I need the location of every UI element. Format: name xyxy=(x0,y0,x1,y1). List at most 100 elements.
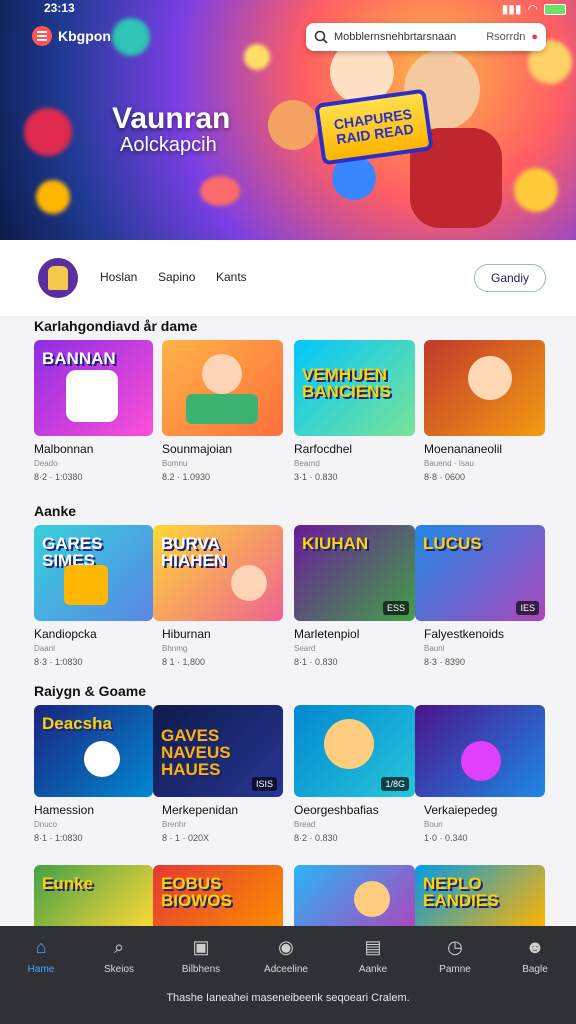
search-bar[interactable]: Mobblernsnehbrtarsnaan Rsorrdn ● xyxy=(306,23,546,51)
thumbnail-title: KIUHAN xyxy=(302,534,369,553)
game-card[interactable]: Eunke xyxy=(34,865,153,926)
game-category: Deado xyxy=(34,459,58,468)
character-art xyxy=(468,356,512,400)
status-icons: ▮▮▮ ◠ xyxy=(502,2,566,16)
nav-item-history[interactable]: ◷ Pamne xyxy=(420,936,490,976)
game-card[interactable]: LUCUS IES Falyestkenoids Bauni 8·3 · 839… xyxy=(415,525,545,667)
game-stats: 8·2 · 0.830 xyxy=(294,833,338,843)
game-category: Bauend · Isau xyxy=(424,459,474,468)
character-art xyxy=(354,881,390,917)
game-category: Seard xyxy=(294,644,316,653)
battery-icon xyxy=(544,3,566,15)
nav-item-rankings[interactable]: ▤ Aanke xyxy=(338,936,408,976)
game-name: Merkepenidan xyxy=(162,803,239,817)
monitor-icon: ▤ xyxy=(364,936,382,957)
game-card[interactable]: Sounmajoian Bomnu 8.2 · 1.0930 xyxy=(162,340,283,482)
game-category: Bomnu xyxy=(162,459,188,468)
game-name: Oeorgeshbafias xyxy=(294,803,379,817)
game-category: Bearnd xyxy=(294,459,320,468)
nav-item-library[interactable]: ▣ Bilbhens xyxy=(166,936,236,976)
game-card[interactable]: GARES SIMES Kandiopcka Daanl 8·3 · 1:083… xyxy=(34,525,153,667)
game-card[interactable]: Verkaiepedeg Boun 1·0 · 0.340 xyxy=(415,705,545,843)
thumbnail-title: BURVA HIAHEN xyxy=(161,534,227,570)
nav-label: Pamne xyxy=(439,964,471,975)
mic-icon[interactable]: ● xyxy=(531,31,538,43)
nav-item-games[interactable]: ◉ Adceeline xyxy=(251,936,321,976)
nav-item-profile[interactable]: ☻ Bagle xyxy=(500,936,570,976)
game-card[interactable]: VEMHUEN BANCIENS Rarfocdhel Bearnd 3·1 ·… xyxy=(294,340,415,482)
hero-title: Vaunran xyxy=(112,102,231,135)
nav-label: Adceeline xyxy=(264,964,308,975)
game-card[interactable]: Deacsha Hamession Dnuco 8·1 · 1:0830 xyxy=(34,705,153,843)
gamepad-icon: ◉ xyxy=(278,936,294,957)
game-name: Verkaiepedeg xyxy=(424,803,498,817)
game-card[interactable]: BANNAN Malbonnan Deado 8·2 · 1:0380 xyxy=(34,340,153,482)
app-name: Kbgpon xyxy=(58,28,111,44)
nav-label: Skeios xyxy=(103,964,134,975)
game-thumbnail: KIUHAN ESS xyxy=(294,525,415,621)
section-title: Karlahgondiavd år dame xyxy=(34,318,198,334)
game-card[interactable]: NEPLO EANDIES xyxy=(415,865,545,926)
game-category: Bauni xyxy=(424,644,445,653)
game-category: Daanl xyxy=(34,644,55,653)
hero-banner[interactable]: 23:13 ▮▮▮ ◠ Kbgpon Mobblernsnehbrtarsnaa… xyxy=(0,0,576,240)
status-bar: 23:13 ▮▮▮ ◠ xyxy=(0,0,576,16)
thumbnail-title: Eunke xyxy=(42,874,94,893)
game-badge: ISIS xyxy=(251,777,277,791)
game-name: Hiburnan xyxy=(162,627,211,641)
section-title: Aanke xyxy=(34,503,77,519)
character-art xyxy=(202,354,242,394)
game-thumbnail: Eunke xyxy=(34,865,153,926)
nav-label: Bagle xyxy=(522,964,548,975)
game-card[interactable]: Moenananeolil Bauend · Isau 8·8 · 0600 xyxy=(424,340,545,482)
game-card[interactable] xyxy=(294,865,415,926)
avatar[interactable] xyxy=(38,258,78,298)
bottom-nav: ⌂ Hame ⌕ Skeios ▣ Bilbhens ◉ Adceeline ▤… xyxy=(0,926,576,1024)
game-thumbnail xyxy=(294,865,415,926)
search-input[interactable]: Mobblernsnehbrtarsnaan xyxy=(334,31,480,43)
status-time: 23:13 xyxy=(44,1,75,15)
game-stats: 8·8 · 0600 xyxy=(424,472,466,482)
nav-item-home[interactable]: ⌂ Hame xyxy=(6,936,76,976)
game-card[interactable]: KIUHAN ESS Marletenpiol Seard 8·1 · 0.83… xyxy=(294,525,415,667)
decor-ball xyxy=(200,176,240,206)
profile-tab[interactable]: Sapino xyxy=(158,270,195,284)
decor-ball xyxy=(36,180,70,214)
character-art xyxy=(324,719,374,769)
thumbnail-title: VEMHUEN BANCIENS xyxy=(302,365,391,401)
game-category: Dnuco xyxy=(34,820,58,829)
game-badge: 1/8G xyxy=(381,777,409,791)
game-stats: 8·1 · 1:0830 xyxy=(34,833,83,843)
thumbnail-title: LUCUS xyxy=(423,534,482,553)
signal-icon: ▮▮▮ xyxy=(501,2,522,16)
nav-footer-text: Thashe Ianeahei maseneibeenk seqoeari Cr… xyxy=(166,992,410,1004)
nav-item-search[interactable]: ⌕ Skeios xyxy=(84,936,154,976)
profile-tab[interactable]: Hoslan xyxy=(100,270,137,284)
profile-tab[interactable]: Kants xyxy=(216,270,247,284)
game-name: Falyestkenoids xyxy=(424,627,505,641)
game-category: Boun xyxy=(424,820,443,829)
block-art xyxy=(64,565,108,605)
thumbnail-title: EOBUS BIOWOS xyxy=(161,874,232,910)
app-logo[interactable]: Kbgpon xyxy=(32,26,111,46)
nav-label: Hame xyxy=(27,964,55,975)
game-thumbnail xyxy=(415,705,545,797)
game-thumbnail: BANNAN xyxy=(34,340,153,436)
game-thumbnail xyxy=(162,340,283,436)
game-name: Marletenpiol xyxy=(294,627,360,641)
decor-ball xyxy=(24,108,72,156)
decor-ball xyxy=(112,18,150,56)
user-icon: ☻ xyxy=(525,936,545,957)
game-thumbnail: GARES SIMES xyxy=(34,525,153,621)
search-button[interactable]: Rsorrdn xyxy=(486,31,525,43)
game-card[interactable]: EOBUS BIOWOS xyxy=(153,865,283,926)
game-card[interactable]: 1/8G Oeorgeshbafias Bread 8·2 · 0.830 xyxy=(294,705,415,843)
profile-action-button[interactable]: Gandiy xyxy=(474,264,546,292)
thumbnail-title: BANNAN xyxy=(42,349,116,368)
game-thumbnail: LUCUS IES xyxy=(415,525,545,621)
game-name: Hamession xyxy=(34,803,95,817)
game-card[interactable]: GAVES NAVEUS HAUES ISIS Merkepenidan Bre… xyxy=(153,705,283,843)
game-card[interactable]: BURVA HIAHEN Hiburnan Bhnmg 8 1 · 1,800 xyxy=(153,525,283,667)
cash-art xyxy=(186,394,258,424)
menu-icon[interactable] xyxy=(32,26,52,46)
